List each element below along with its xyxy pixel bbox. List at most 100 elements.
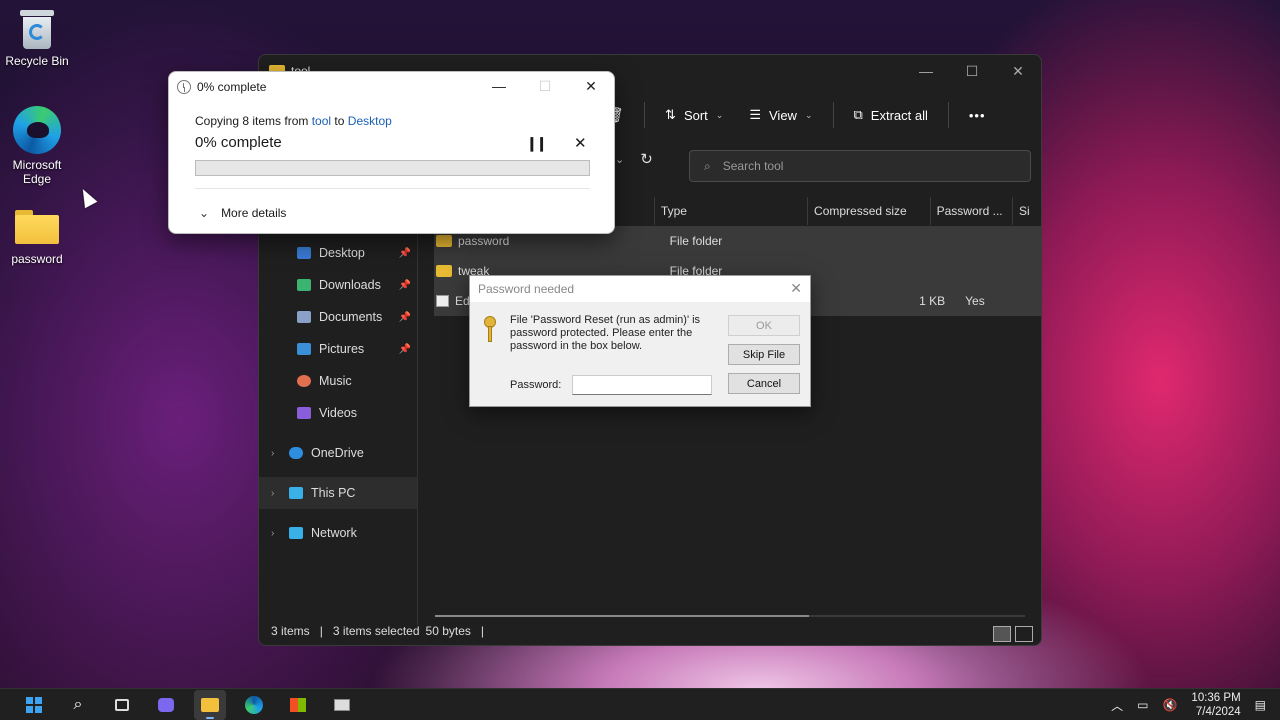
- desktop-icon-password-folder[interactable]: password: [0, 210, 74, 266]
- chevron-right-icon[interactable]: ›: [271, 488, 281, 499]
- more-details-label: More details: [221, 206, 287, 220]
- pin-icon: 📌: [398, 279, 411, 291]
- column-header-type[interactable]: Type: [653, 197, 807, 225]
- edge-icon: [13, 106, 61, 154]
- store-taskbar-button[interactable]: [282, 690, 314, 720]
- network-icon: [289, 527, 303, 539]
- nav-item-network[interactable]: › Network: [259, 517, 417, 549]
- close-button[interactable]: ✕: [995, 55, 1041, 87]
- close-button[interactable]: ✕: [568, 72, 614, 100]
- view-button[interactable]: ☰ View ⌄: [739, 101, 822, 129]
- clock[interactable]: 10:36 PM 7/4/2024: [1191, 691, 1240, 719]
- music-icon: [297, 375, 311, 387]
- destination-link[interactable]: Desktop: [348, 114, 392, 128]
- nav-item-onedrive[interactable]: › OneDrive: [259, 437, 417, 469]
- nav-item-documents[interactable]: Documents 📌: [259, 301, 417, 333]
- desktop-icon-edge[interactable]: Microsoft Edge: [0, 106, 74, 186]
- desktop-icon-recycle-bin[interactable]: Recycle Bin: [0, 8, 74, 68]
- file-explorer-taskbar-button[interactable]: [194, 690, 226, 720]
- status-bar: 3 items | 3 items selected 50 bytes |: [271, 624, 485, 638]
- address-controls: ⌄ ↻: [615, 150, 653, 168]
- nav-label: Network: [311, 526, 357, 540]
- file-type: File folder: [669, 234, 723, 248]
- chevron-down-icon[interactable]: ⌄: [615, 153, 624, 166]
- extract-all-button[interactable]: ⧉ Extract all: [844, 101, 938, 129]
- nav-item-music[interactable]: Music: [259, 365, 417, 397]
- horizontal-scrollbar-thumb[interactable]: [435, 615, 809, 617]
- more-icon: •••: [968, 107, 986, 123]
- network-icon[interactable]: ▭: [1137, 698, 1148, 712]
- sort-button[interactable]: ⇅ Sort ⌄: [655, 101, 733, 129]
- nav-label: Music: [319, 374, 352, 388]
- search-icon: ⌕: [704, 158, 711, 173]
- mouse-cursor: [76, 185, 98, 209]
- nav-label: Documents: [319, 310, 383, 324]
- minimize-button[interactable]: —: [476, 72, 522, 100]
- minimize-button[interactable]: —: [903, 55, 949, 87]
- teams-chat-button[interactable]: [150, 690, 182, 720]
- nav-label: Desktop: [319, 246, 365, 260]
- dialog-message: File 'Password Reset (run as admin)' is …: [510, 314, 701, 352]
- more-details-toggle[interactable]: ⌄ More details: [199, 206, 286, 220]
- ok-button[interactable]: OK: [728, 315, 800, 336]
- nav-item-videos[interactable]: Videos: [259, 397, 417, 429]
- nav-item-desktop[interactable]: Desktop 📌: [259, 237, 417, 269]
- password-field[interactable]: [572, 375, 712, 395]
- window-controls: — ☐ ✕: [476, 72, 614, 100]
- notification-icon[interactable]: ▤: [1255, 698, 1266, 712]
- cloud-icon: [289, 447, 303, 459]
- pin-icon: 📌: [398, 311, 411, 323]
- nav-label: OneDrive: [311, 446, 364, 460]
- search-button[interactable]: ⌕: [62, 690, 94, 720]
- computer-icon: [289, 487, 303, 499]
- edge-taskbar-button[interactable]: [238, 690, 270, 720]
- nav-item-this-pc[interactable]: › This PC: [259, 477, 417, 509]
- image-icon: [334, 699, 350, 711]
- refresh-icon[interactable]: ↻: [640, 150, 653, 168]
- video-icon: [297, 407, 311, 419]
- password-label: Password:: [510, 379, 562, 391]
- chevron-down-icon: ⌄: [804, 109, 813, 120]
- taskbar: ⌕ ︿ ▭ 🔇 10:36 PM 7/4/2024 ▤: [0, 688, 1280, 720]
- volume-muted-icon[interactable]: 🔇: [1162, 698, 1177, 712]
- view-label: View: [769, 107, 797, 123]
- chevron-right-icon[interactable]: ›: [271, 448, 281, 459]
- clock-icon: [177, 80, 191, 94]
- file-compressed-size: 1 KB: [919, 294, 946, 308]
- cancel-copy-button[interactable]: ✕: [574, 134, 587, 152]
- progress-bar: [195, 160, 590, 176]
- more-options-button[interactable]: •••: [959, 102, 996, 129]
- source-link[interactable]: tool: [312, 114, 331, 128]
- pause-button[interactable]: ❙❙: [526, 135, 548, 152]
- cancel-button[interactable]: Cancel: [728, 373, 800, 394]
- maximize-button[interactable]: ☐: [949, 55, 995, 87]
- chat-icon: [158, 698, 174, 712]
- tiles-view-button[interactable]: [1015, 626, 1033, 642]
- search-input[interactable]: ⌕ Search tool: [689, 150, 1031, 182]
- details-view-button[interactable]: [993, 626, 1011, 642]
- recycle-bin-icon: [20, 8, 54, 50]
- dialog-title: 0% complete: [197, 80, 267, 94]
- folder-icon: [436, 235, 452, 247]
- column-header-size[interactable]: Si: [1012, 197, 1041, 225]
- column-header-compressed-size[interactable]: Compressed size: [807, 197, 930, 225]
- nav-item-downloads[interactable]: Downloads 📌: [259, 269, 417, 301]
- folder-icon: [436, 265, 452, 277]
- key-icon: [484, 316, 496, 344]
- search-icon: ⌕: [73, 696, 83, 713]
- image-app-taskbar-button[interactable]: [326, 690, 358, 720]
- nav-item-pictures[interactable]: Pictures 📌: [259, 333, 417, 365]
- column-header-password[interactable]: Password ...: [929, 197, 1012, 225]
- task-view-button[interactable]: [106, 690, 138, 720]
- sort-label: Sort: [683, 107, 708, 123]
- extract-label: Extract all: [870, 107, 928, 123]
- progress-percent: 0% complete: [195, 134, 282, 151]
- dialog-title: Password needed: [470, 276, 810, 302]
- chevron-right-icon[interactable]: ›: [271, 528, 281, 539]
- start-button[interactable]: [18, 690, 50, 720]
- pin-icon: 📌: [398, 343, 411, 355]
- chevron-up-icon[interactable]: ︿: [1111, 697, 1123, 714]
- skip-file-button[interactable]: Skip File: [728, 344, 800, 365]
- copy-description: Copying 8 items from tool to Desktop: [195, 114, 392, 128]
- close-button[interactable]: ✕: [790, 280, 802, 297]
